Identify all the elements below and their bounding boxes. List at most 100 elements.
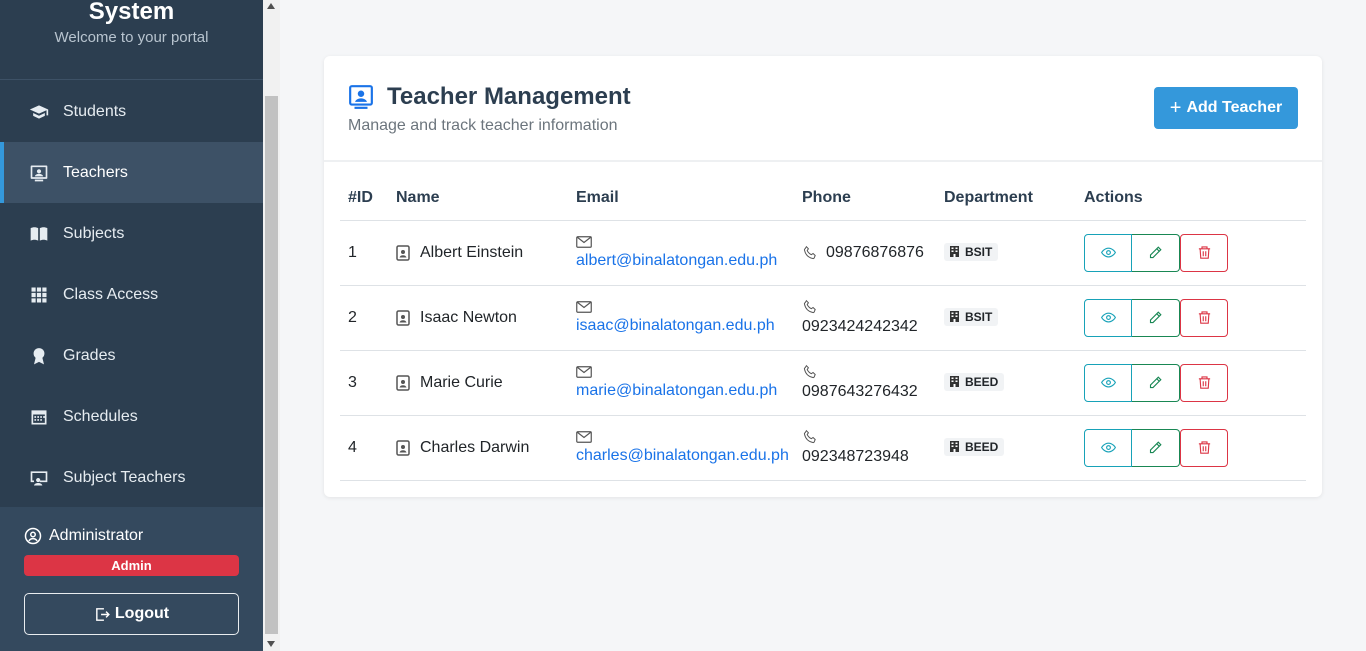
sidebar-nav: Students Teachers Subjects Class Access … <box>0 81 263 508</box>
column-header-actions: Actions <box>1076 177 1306 221</box>
teacher-name: Marie Curie <box>420 373 503 391</box>
cell-email: marie@binalatongan.edu.ph <box>568 350 794 416</box>
sidebar-item-grades[interactable]: Grades <box>0 325 263 386</box>
add-teacher-label: Add Teacher <box>1186 99 1283 116</box>
edit-button[interactable] <box>1132 428 1180 467</box>
sidebar-item-label: Students <box>63 102 127 120</box>
column-header-id: #ID <box>340 177 388 221</box>
logout-label: Logout <box>114 605 170 622</box>
phone-number: 09876876876 <box>826 243 924 261</box>
view-button[interactable] <box>1084 363 1132 402</box>
cell-id: 4 <box>340 415 388 481</box>
sidebar-item-subjects[interactable]: Subjects <box>0 203 263 264</box>
card-header: Teacher Management Manage and track teac… <box>324 56 1322 162</box>
logout-icon <box>96 607 110 621</box>
id-badge-icon <box>396 374 410 391</box>
page-subtitle: Manage and track teacher information <box>348 117 618 134</box>
cell-actions <box>1076 415 1306 481</box>
department-label: BEED <box>965 439 999 454</box>
teacher-board-icon <box>349 85 373 109</box>
sidebar-item-subject-teachers[interactable]: Subject Teachers <box>0 447 263 508</box>
cell-phone: 0987643276432 <box>794 350 936 416</box>
department-badge: BEED <box>944 372 1005 391</box>
sidebar-item-schedules[interactable]: Schedules <box>0 386 263 447</box>
book-icon <box>28 223 50 245</box>
edit-button[interactable] <box>1132 233 1180 272</box>
view-button[interactable] <box>1084 233 1132 272</box>
sidebar-item-label: Subjects <box>63 224 125 242</box>
edit-button[interactable] <box>1132 298 1180 337</box>
edit-button[interactable] <box>1132 363 1180 402</box>
trash-icon <box>1198 441 1210 454</box>
teacher-name: Isaac Newton <box>420 308 517 326</box>
email-link[interactable]: marie@binalatongan.edu.ph <box>576 382 794 400</box>
user-name: Administrator <box>49 527 144 544</box>
cell-phone: 092348723948 <box>794 415 936 481</box>
email-link[interactable]: albert@binalatongan.edu.ph <box>576 252 794 270</box>
person-screen-icon <box>28 467 50 489</box>
cell-actions <box>1076 220 1306 286</box>
phone-icon <box>803 245 816 259</box>
cell-department: BSIT <box>936 220 1076 286</box>
calendar-icon <box>28 406 50 428</box>
cell-department: BSIT <box>936 285 1076 351</box>
cell-email: albert@binalatongan.edu.ph <box>568 220 794 286</box>
pencil-icon <box>1149 441 1162 454</box>
cell-id: 3 <box>340 350 388 416</box>
phone-icon <box>803 299 816 314</box>
sidebar-item-class-access[interactable]: Class Access <box>0 264 263 325</box>
cell-email: charles@binalatongan.edu.ph <box>568 415 794 481</box>
sidebar: System Welcome to your portal Students T… <box>0 0 263 651</box>
department-label: BSIT <box>965 244 993 259</box>
envelope-icon <box>576 300 794 314</box>
teacher-table: #ID Name Email Phone Department Actions … <box>340 177 1306 481</box>
plus-icon: + <box>1169 97 1182 119</box>
view-button[interactable] <box>1084 298 1132 337</box>
envelope-icon <box>576 235 794 249</box>
add-teacher-button[interactable]: + Add Teacher <box>1154 87 1298 129</box>
pencil-icon <box>1149 311 1162 324</box>
sidebar-scrollbar[interactable] <box>263 0 280 651</box>
award-icon <box>28 345 50 367</box>
cell-actions <box>1076 285 1306 351</box>
user-circle-icon <box>24 527 42 545</box>
cell-phone: 09876876876 <box>794 220 936 286</box>
scroll-up-arrow-icon[interactable] <box>267 3 275 9</box>
sidebar-item-label: Subject Teachers <box>63 468 186 486</box>
email-link[interactable]: isaac@binalatongan.edu.ph <box>576 317 794 335</box>
teacher-board-icon <box>28 162 50 184</box>
sidebar-item-students[interactable]: Students <box>0 81 263 142</box>
view-button[interactable] <box>1084 428 1132 467</box>
trash-icon <box>1198 311 1210 324</box>
cell-actions <box>1076 350 1306 416</box>
scroll-thumb[interactable] <box>265 96 278 634</box>
building-icon <box>950 376 959 388</box>
delete-button[interactable] <box>1180 363 1228 402</box>
sidebar-item-label: Schedules <box>63 407 138 425</box>
building-icon <box>950 311 959 323</box>
delete-button[interactable] <box>1180 233 1228 272</box>
table-row: 1 Albert Einstein albert@binalatongan.ed… <box>340 220 1306 286</box>
teacher-name: Albert Einstein <box>420 243 524 261</box>
phone-icon <box>803 364 816 379</box>
brand-subtitle: Welcome to your portal <box>54 29 209 46</box>
delete-button[interactable] <box>1180 428 1228 467</box>
eye-icon <box>1100 312 1116 323</box>
page-title: Teacher Management <box>348 83 631 111</box>
phone-number: 092348723948 <box>802 448 909 465</box>
phone-number: 0923424242342 <box>802 318 918 335</box>
trash-icon <box>1198 246 1210 259</box>
department-badge: BSIT <box>944 242 999 261</box>
brand-title: System <box>88 0 175 25</box>
column-header-name: Name <box>388 177 568 221</box>
delete-button[interactable] <box>1180 298 1228 337</box>
logout-button[interactable]: Logout <box>24 593 239 635</box>
envelope-icon <box>576 430 794 444</box>
sidebar-item-label: Grades <box>63 346 116 364</box>
scroll-down-arrow-icon[interactable] <box>267 641 275 647</box>
email-link[interactable]: charles@binalatongan.edu.ph <box>576 447 794 465</box>
sidebar-item-teachers[interactable]: Teachers <box>0 142 263 203</box>
building-icon <box>950 246 959 258</box>
table-row: 2 Isaac Newton isaac@binalatongan.edu.ph… <box>340 285 1306 351</box>
table-row: 4 Charles Darwin charles@binalatongan.ed… <box>340 415 1306 481</box>
